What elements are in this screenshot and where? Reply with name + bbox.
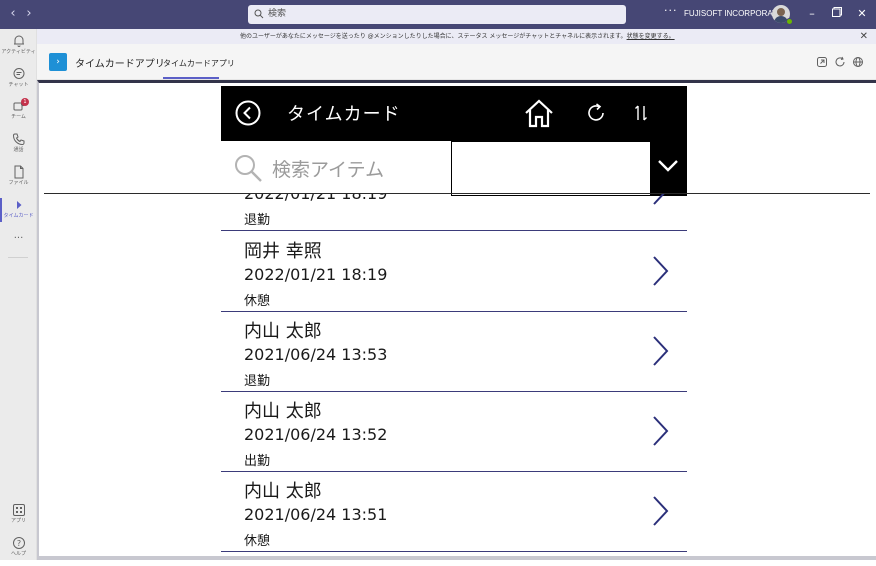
page-title: タイムカード	[287, 104, 401, 125]
rail-item-files[interactable]: ファイル	[0, 163, 37, 195]
dropdown-toggle[interactable]	[650, 141, 687, 196]
sort-icon[interactable]	[633, 103, 649, 123]
chevron-right-icon[interactable]	[651, 415, 669, 447]
search-icon	[254, 9, 264, 19]
popout-icon[interactable]	[816, 56, 828, 68]
rail-item-timecard[interactable]: タイムカード	[0, 196, 37, 228]
search-icon	[235, 155, 262, 182]
status-label: 休憩	[244, 534, 271, 549]
rail-item-label: ファイル	[8, 180, 29, 186]
status-label: 退勤	[244, 374, 271, 389]
list-item[interactable]: 内山 太郎 2021/06/24 13:51 休憩	[221, 472, 687, 552]
status-label: 退勤	[244, 213, 271, 228]
tab-timecard-app[interactable]: タイムカードアプリ	[163, 58, 235, 69]
svg-text:?: ?	[16, 539, 20, 548]
status-label: 休憩	[244, 294, 271, 309]
rail-item-more[interactable]: ···	[0, 231, 37, 263]
search-input[interactable]: 検索	[248, 5, 626, 24]
active-tab-indicator	[163, 77, 219, 79]
employee-name: 内山 太郎	[244, 481, 322, 502]
bottom-border	[37, 556, 876, 560]
status-label: 出勤	[244, 454, 271, 469]
timestamp: 2021/06/24 13:51	[244, 505, 388, 524]
employee-name: 内山 太郎	[244, 321, 322, 342]
timestamp: 2022/01/21 18:19	[244, 194, 387, 203]
notification-badge: 1	[21, 98, 29, 106]
timestamp: 2021/06/24 13:53	[244, 345, 388, 364]
rail-divider	[8, 257, 28, 258]
title-bar: ‹ › 検索 ··· FUJISOFT INCORPORATED – ✕	[0, 0, 876, 29]
more-icon: ···	[13, 233, 24, 244]
chevron-down-icon	[658, 160, 678, 172]
chevron-right-icon[interactable]	[651, 255, 669, 287]
employee-name: 岡井 幸照	[244, 241, 322, 262]
left-rail: アクティビティ チャット 1 チーム 通話 ファイル タイムカード ··· アプ…	[0, 29, 37, 560]
close-icon[interactable]: ✕	[855, 7, 869, 21]
list-item[interactable]: 内山 太郎 2021/06/24 13:53 退勤	[221, 312, 687, 392]
timecard-list: 2022/01/21 18:19 退勤 岡井 幸照 2022/01/21 18:…	[221, 194, 687, 560]
chevron-right-icon[interactable]	[651, 335, 669, 367]
refresh-icon[interactable]	[585, 102, 607, 124]
powerapps-logo-icon: ›	[49, 53, 67, 71]
rail-item-label: ヘルプ	[10, 551, 26, 557]
rail-item-activity[interactable]: アクティビティ	[0, 32, 37, 64]
status-banner: 他のユーザーがあなたにメッセージを送ったり @メンションしたりした場合に、ステー…	[37, 29, 876, 44]
chevron-right-icon[interactable]	[651, 495, 669, 527]
presence-status-icon	[786, 18, 793, 25]
globe-icon[interactable]	[852, 56, 864, 68]
rail-item-chat[interactable]: チャット	[0, 65, 37, 97]
rail-item-help[interactable]: ? ヘルプ	[0, 534, 37, 566]
search-placeholder: 検索	[268, 9, 287, 19]
phone-icon	[12, 133, 24, 146]
bell-icon	[13, 35, 24, 47]
powerapps-icon	[16, 201, 21, 209]
rail-item-label: チーム	[11, 114, 26, 120]
forward-arrow-icon[interactable]: ›	[20, 5, 38, 23]
list-item[interactable]: 2022/01/21 18:19 退勤	[221, 194, 687, 231]
back-circle-icon[interactable]	[235, 100, 261, 126]
minimize-icon[interactable]: –	[805, 7, 819, 21]
file-icon	[14, 165, 23, 179]
close-banner-icon[interactable]: ✕	[860, 29, 868, 44]
refresh-icon[interactable]	[834, 56, 846, 68]
banner-link[interactable]: 状態を変更する。	[627, 33, 675, 40]
list-item[interactable]: 岡井 幸照 2022/01/21 18:19 休憩	[221, 232, 687, 312]
home-icon[interactable]	[523, 97, 555, 129]
rail-item-apps[interactable]: アプリ	[0, 501, 37, 533]
app-header: › タイムカードアプリ タイムカードアプリ	[37, 44, 876, 80]
rail-item-label: チャット	[8, 82, 29, 88]
timestamp: 2022/01/21 18:19	[244, 265, 388, 284]
rail-item-teams[interactable]: 1 チーム	[0, 97, 37, 129]
banner-message: 他のユーザーがあなたにメッセージを送ったり @メンションしたりした場合に、ステー…	[240, 29, 675, 44]
list-item[interactable]: 内山 太郎 2021/06/24 13:52 出勤	[221, 392, 687, 472]
chevron-right-icon[interactable]	[651, 194, 669, 206]
employee-name: 内山 太郎	[244, 401, 322, 422]
more-options-icon[interactable]: ···	[664, 4, 678, 17]
rail-item-label: アクティビティ	[1, 49, 36, 55]
rail-item-calls[interactable]: 通話	[0, 130, 37, 162]
rail-item-label: タイムカード	[3, 213, 34, 219]
banner-text: 他のユーザーがあなたにメッセージを送ったり @メンションしたりした場合に、ステー…	[240, 33, 627, 40]
apps-icon	[12, 504, 25, 516]
help-icon: ?	[12, 537, 25, 549]
rail-item-label: アプリ	[10, 518, 26, 524]
app-name: タイムカードアプリ	[75, 59, 165, 70]
search-items-input[interactable]: 検索アイテム	[272, 155, 384, 182]
timestamp: 2021/06/24 13:52	[244, 425, 388, 444]
rail-item-label: 通話	[13, 147, 24, 153]
chat-icon	[13, 68, 24, 79]
maximize-icon[interactable]	[830, 7, 844, 21]
